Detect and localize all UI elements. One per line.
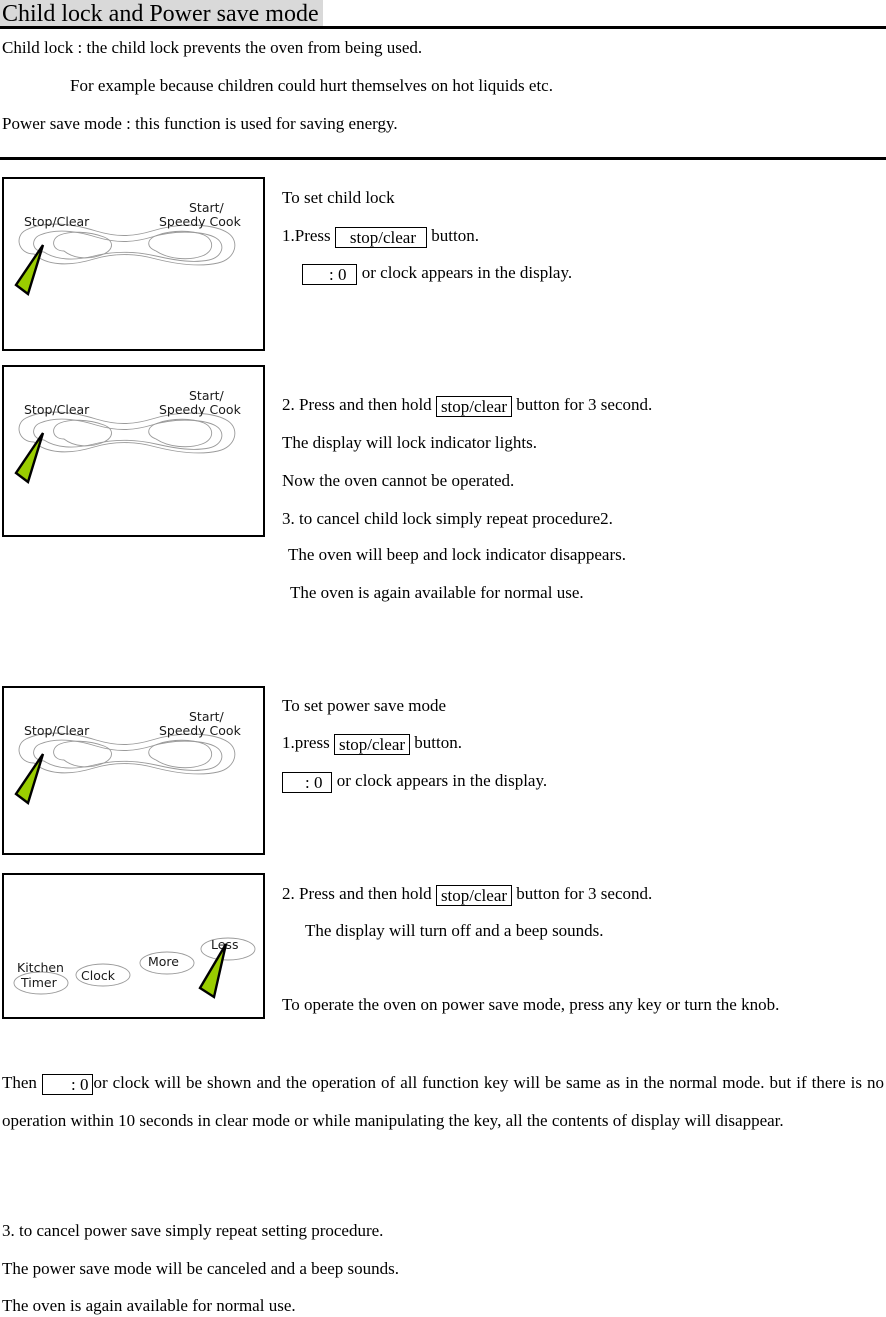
header-divider-top <box>0 26 886 29</box>
child-lock-beep-line: The oven will beep and lock indicator di… <box>288 545 626 564</box>
display-readout-2: : 0 <box>282 772 333 793</box>
label-speedy-cook-line2: Speedy Cook <box>159 214 242 229</box>
power-save-normal-use-line: The oven is again available for normal u… <box>2 1296 296 1315</box>
label-timer: Timer <box>20 975 58 990</box>
then-pre: Then <box>2 1073 37 1092</box>
intro-line-example: For example because children could hurt … <box>70 76 553 95</box>
display-readout-3: : 0 <box>41 1074 94 1095</box>
intro-line-child-lock: Child lock : the child lock prevents the… <box>2 38 423 57</box>
button-right-inner-oval <box>148 230 213 260</box>
button-right-inner-oval <box>148 418 213 448</box>
stop-clear-key-4[interactable]: stop/clear <box>435 885 513 906</box>
control-panel-bone-diagram-2: Stop/Clear Start/ Speedy Cook <box>14 388 242 484</box>
power-save-canceled-line: The power save mode will be canceled and… <box>2 1259 399 1278</box>
label-stop-clear: Stop/Clear <box>24 402 90 417</box>
power-save-step1-pre: 1.press <box>282 733 330 752</box>
page-title: Child lock and Power save mode <box>0 0 323 29</box>
pointer-arrow-icon <box>14 432 45 484</box>
button-left-inner-oval <box>53 231 112 259</box>
button-left-inner-oval <box>53 419 112 447</box>
power-save-display-off-line: The display will turn off and a beep sou… <box>305 921 604 940</box>
header-divider-bottom <box>0 157 886 160</box>
label-start-line1: Start/ <box>189 200 225 215</box>
power-save-step2-post: button for 3 second. <box>516 884 653 903</box>
diagram-box-child-lock-step2: Stop/Clear Start/ Speedy Cook <box>2 365 265 537</box>
child-lock-normal-use-line: The oven is again available for normal u… <box>290 583 584 602</box>
display-readout-1: : 0 <box>302 264 358 285</box>
pointer-arrow-icon <box>14 244 45 296</box>
label-speedy-cook-line2: Speedy Cook <box>159 402 242 417</box>
power-save-step2: 2. Press and then hold stop/clear button… <box>282 884 652 906</box>
power-save-display-post: or clock appears in the display. <box>336 771 548 790</box>
label-stop-clear: Stop/Clear <box>24 723 90 738</box>
control-panel-bone-diagram: Stop/Clear Start/ Speedy Cook <box>14 200 242 296</box>
power-save-step3: 3. to cancel power save simply repeat se… <box>2 1221 384 1240</box>
power-save-then-paragraph: Then : 0 or clock will be shown and the o… <box>2 1064 884 1140</box>
button-right-inner-oval <box>148 739 213 769</box>
label-start-line1: Start/ <box>189 388 225 403</box>
pointer-arrow-icon <box>14 753 45 805</box>
power-save-operate-paragraph: To operate the oven on power save mode, … <box>282 995 780 1014</box>
stop-clear-key-1[interactable]: stop/clear <box>334 227 427 248</box>
child-lock-step3: 3. to cancel child lock simply repeat pr… <box>282 509 613 528</box>
child-lock-step1-post: button. <box>431 226 479 245</box>
control-panel-bone-diagram-3: Stop/Clear Start/ Speedy Cook <box>14 709 242 805</box>
label-stop-clear: Stop/Clear <box>24 214 90 229</box>
power-save-step1-post: button. <box>414 733 462 752</box>
then-post: or clock will be shown and the operation… <box>2 1073 885 1130</box>
button-outline-outer <box>18 223 236 266</box>
power-save-display-line: : 0 or clock appears in the display. <box>282 771 547 793</box>
diagram-box-power-save-step1: Stop/Clear Start/ Speedy Cook <box>2 686 265 855</box>
button-left-inner-oval <box>53 740 112 768</box>
child-lock-step1: 1.Press stop/clear button. <box>282 226 479 248</box>
intro-line-power-save: Power save mode : this function is used … <box>2 114 398 133</box>
stop-clear-key-3[interactable]: stop/clear <box>333 734 411 755</box>
child-lock-heading: To set child lock <box>282 188 395 207</box>
label-kitchen: Kitchen <box>17 960 64 975</box>
power-save-step1: 1.press stop/clear button. <box>282 733 462 755</box>
power-save-heading: To set power save mode <box>282 696 447 715</box>
label-clock: Clock <box>81 968 116 983</box>
child-lock-display-line: : 0 or clock appears in the display. <box>302 263 572 285</box>
label-more: More <box>148 954 179 969</box>
diagram-box-power-save-step2: Kitchen Timer Clock More Less <box>2 873 265 1019</box>
button-outline-outer <box>18 732 236 775</box>
control-panel-ovals-diagram: Kitchen Timer Clock More Less <box>13 937 256 999</box>
child-lock-indicator-line: The display will lock indicator lights. <box>282 433 537 452</box>
child-lock-step2-post: button for 3 second. <box>516 395 653 414</box>
stop-clear-key-2[interactable]: stop/clear <box>435 396 513 417</box>
label-speedy-cook-line2: Speedy Cook <box>159 723 242 738</box>
diagram-box-child-lock-step1: Stop/Clear Start/ Speedy Cook <box>2 177 265 351</box>
button-outline-outer <box>18 411 236 454</box>
power-save-step2-pre: 2. Press and then hold <box>282 884 432 903</box>
child-lock-step2-pre: 2. Press and then hold <box>282 395 432 414</box>
child-lock-cannot-operate-line: Now the oven cannot be operated. <box>282 471 515 490</box>
child-lock-display-post: or clock appears in the display. <box>361 263 573 282</box>
label-start-line1: Start/ <box>189 709 225 724</box>
child-lock-step1-pre: 1.Press <box>282 226 331 245</box>
child-lock-step2: 2. Press and then hold stop/clear button… <box>282 395 652 417</box>
